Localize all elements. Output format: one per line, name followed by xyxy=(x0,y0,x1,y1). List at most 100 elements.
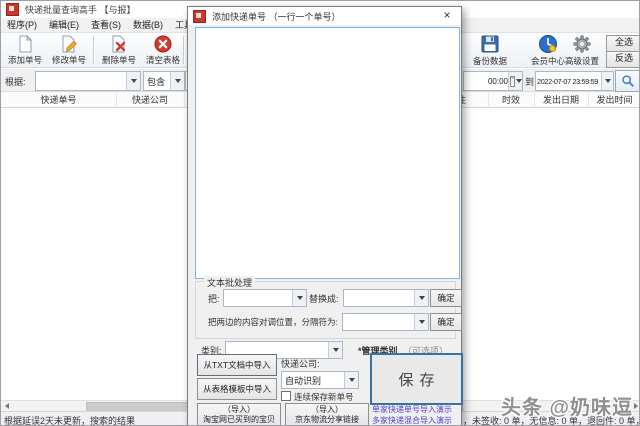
arrow-right-icon xyxy=(634,403,638,409)
clear-table-button[interactable]: 清空表格 xyxy=(141,34,185,67)
clear-table-label: 清空表格 xyxy=(146,54,180,66)
search-button[interactable] xyxy=(615,70,640,92)
column-ship-date[interactable]: 发出日期 xyxy=(534,92,589,108)
watermark: 头条 @奶味逗 xyxy=(501,391,633,420)
combo-button xyxy=(344,372,358,388)
status-left-text: 根据延误2天未更新，搜索的结果 xyxy=(4,414,135,426)
multi-courier-demo-link[interactable]: 多家快递混合导入演示 xyxy=(372,415,452,426)
column-ship-time[interactable]: 发出时间 xyxy=(588,92,640,108)
chevron-down-icon xyxy=(605,79,611,83)
courier-company-label: 快递公司: xyxy=(281,357,320,370)
gear-icon xyxy=(572,34,592,54)
edit-pencil-icon xyxy=(60,35,78,53)
modify-number-label: 修改单号 xyxy=(52,54,86,66)
import-taobao-button[interactable]: （导入） 淘宝网已买到的宝贝 xyxy=(197,403,281,426)
add-numbers-dialog: 添加快递单号 （一行一个单号） × 文本批处理 把: 替换成: 确定 把两边的内… xyxy=(187,6,462,426)
replace-with-label: 替换成: xyxy=(309,292,339,305)
keep-saving-label: 连续保存新单号 xyxy=(294,392,354,402)
courier-value: 自动识别 xyxy=(282,374,344,387)
replace-source-combo[interactable] xyxy=(223,289,307,307)
app-window: 快递批量查询高手 【与报】 程序(P) 编辑(E) 查看(S) 数据(B) 工具… xyxy=(0,0,640,426)
chevron-down-icon xyxy=(175,79,181,83)
advanced-settings-label: 高级设置 xyxy=(565,55,599,67)
close-icon[interactable]: × xyxy=(433,7,461,25)
delete-number-button[interactable]: 删除单号 xyxy=(97,34,141,67)
filter-contains-combo[interactable]: 包含 xyxy=(143,71,185,91)
swap-ok-button[interactable]: 确定 xyxy=(430,313,462,331)
clear-red-x-icon xyxy=(154,35,172,53)
courier-combo[interactable]: 自动识别 xyxy=(281,371,359,389)
import-jd-button[interactable]: （导入） 京东物流分享链接 xyxy=(285,403,369,426)
filter-field-combo[interactable] xyxy=(35,71,141,91)
chevron-down-icon xyxy=(349,378,355,382)
dialog-title: 添加快递单号 （一行一个单号） xyxy=(212,10,341,23)
menu-edit[interactable]: 编辑(E) xyxy=(43,18,85,33)
modify-number-button[interactable]: 修改单号 xyxy=(47,34,91,67)
invert-select-button[interactable]: 反选 xyxy=(606,51,640,68)
delete-doc-icon xyxy=(110,35,128,53)
dialog-icon xyxy=(193,10,206,23)
backup-data-button[interactable]: 备份数据 xyxy=(466,34,514,67)
save-button[interactable]: 保存 xyxy=(370,353,463,405)
filter-by-label: 根据: xyxy=(5,75,26,88)
swap-label: 把两边的内容对调位置，分隔符为: xyxy=(208,316,338,328)
checkbox-icon xyxy=(281,391,291,401)
demo-links: 单家快递单号导入演示 多家快递混合导入演示 xyxy=(372,404,452,426)
menu-program[interactable]: 程序(P) xyxy=(1,18,43,33)
search-icon xyxy=(621,74,635,88)
delete-number-label: 删除单号 xyxy=(102,54,136,66)
column-duration[interactable]: 时效 xyxy=(488,92,535,108)
import-from-txt-button[interactable]: 从TXT文档中导入 xyxy=(197,354,277,376)
add-number-label: 添加单号 xyxy=(8,54,42,66)
calendar-icon xyxy=(510,76,515,87)
separator-combo[interactable] xyxy=(342,313,429,331)
combo-button xyxy=(126,72,140,90)
combo-button xyxy=(508,72,522,90)
import-jd-line2: 京东物流分享链接 xyxy=(295,415,359,425)
date-from-picker[interactable]: 00:00 xyxy=(463,71,523,91)
date-to-value: 2022-07-07 23:59:59 xyxy=(536,77,601,86)
filter-contains-value: 包含 xyxy=(144,75,170,88)
advanced-settings-button[interactable]: 高级设置 xyxy=(559,34,605,67)
keep-saving-checkbox[interactable]: 连续保存新单号 xyxy=(281,391,354,403)
date-from-value: 00:00 xyxy=(464,77,508,86)
import-from-template-button[interactable]: 从表格模板中导入 xyxy=(197,378,277,400)
import-taobao-line2: 淘宝网已买到的宝贝 xyxy=(203,415,275,425)
combo-button xyxy=(170,72,184,90)
text-batch-group: 文本批处理 把: 替换成: 确定 把两边的内容对调位置，分隔符为: 确定 xyxy=(195,281,456,339)
combo-button xyxy=(292,290,306,306)
combo-button xyxy=(414,290,428,306)
scroll-left-button[interactable] xyxy=(1,401,12,411)
chevron-down-icon xyxy=(516,79,522,83)
chevron-down-icon xyxy=(333,348,339,352)
combo-button xyxy=(328,342,342,358)
column-courier[interactable]: 快递公司 xyxy=(116,92,185,108)
window-title: 快递批量查询高手 【与报】 xyxy=(25,3,136,16)
chevron-down-icon xyxy=(297,296,303,300)
tracking-numbers-textarea[interactable] xyxy=(195,27,460,279)
date-to-picker[interactable]: 2022-07-07 23:59:59 xyxy=(535,71,614,91)
app-icon xyxy=(6,3,19,16)
backup-data-label: 备份数据 xyxy=(473,55,507,67)
single-courier-demo-link[interactable]: 单家快递单号导入演示 xyxy=(372,404,452,415)
chevron-down-icon xyxy=(131,79,137,83)
select-all-button[interactable]: 全选 xyxy=(606,35,640,52)
text-batch-title: 文本批处理 xyxy=(204,276,255,289)
menu-view[interactable]: 查看(S) xyxy=(85,18,127,33)
replace-ok-button[interactable]: 确定 xyxy=(430,289,462,307)
import-jd-line1: （导入） xyxy=(311,405,343,415)
add-doc-icon xyxy=(16,35,34,53)
toolbar-separator xyxy=(93,36,95,64)
combo-button xyxy=(414,314,428,330)
menu-data[interactable]: 数据(B) xyxy=(127,18,169,33)
combo-button xyxy=(601,72,613,90)
import-taobao-line1: （导入） xyxy=(223,405,255,415)
arrow-left-icon xyxy=(5,403,9,409)
dialog-titlebar: 添加快递单号 （一行一个单号） xyxy=(188,7,461,25)
column-tracking-number[interactable]: 快递单号 xyxy=(1,92,117,108)
member-center-icon xyxy=(538,34,558,54)
chevron-down-icon xyxy=(419,320,425,324)
add-number-button[interactable]: 添加单号 xyxy=(3,34,47,67)
date-to-word: 到 xyxy=(525,75,534,88)
replace-target-combo[interactable] xyxy=(343,289,429,307)
